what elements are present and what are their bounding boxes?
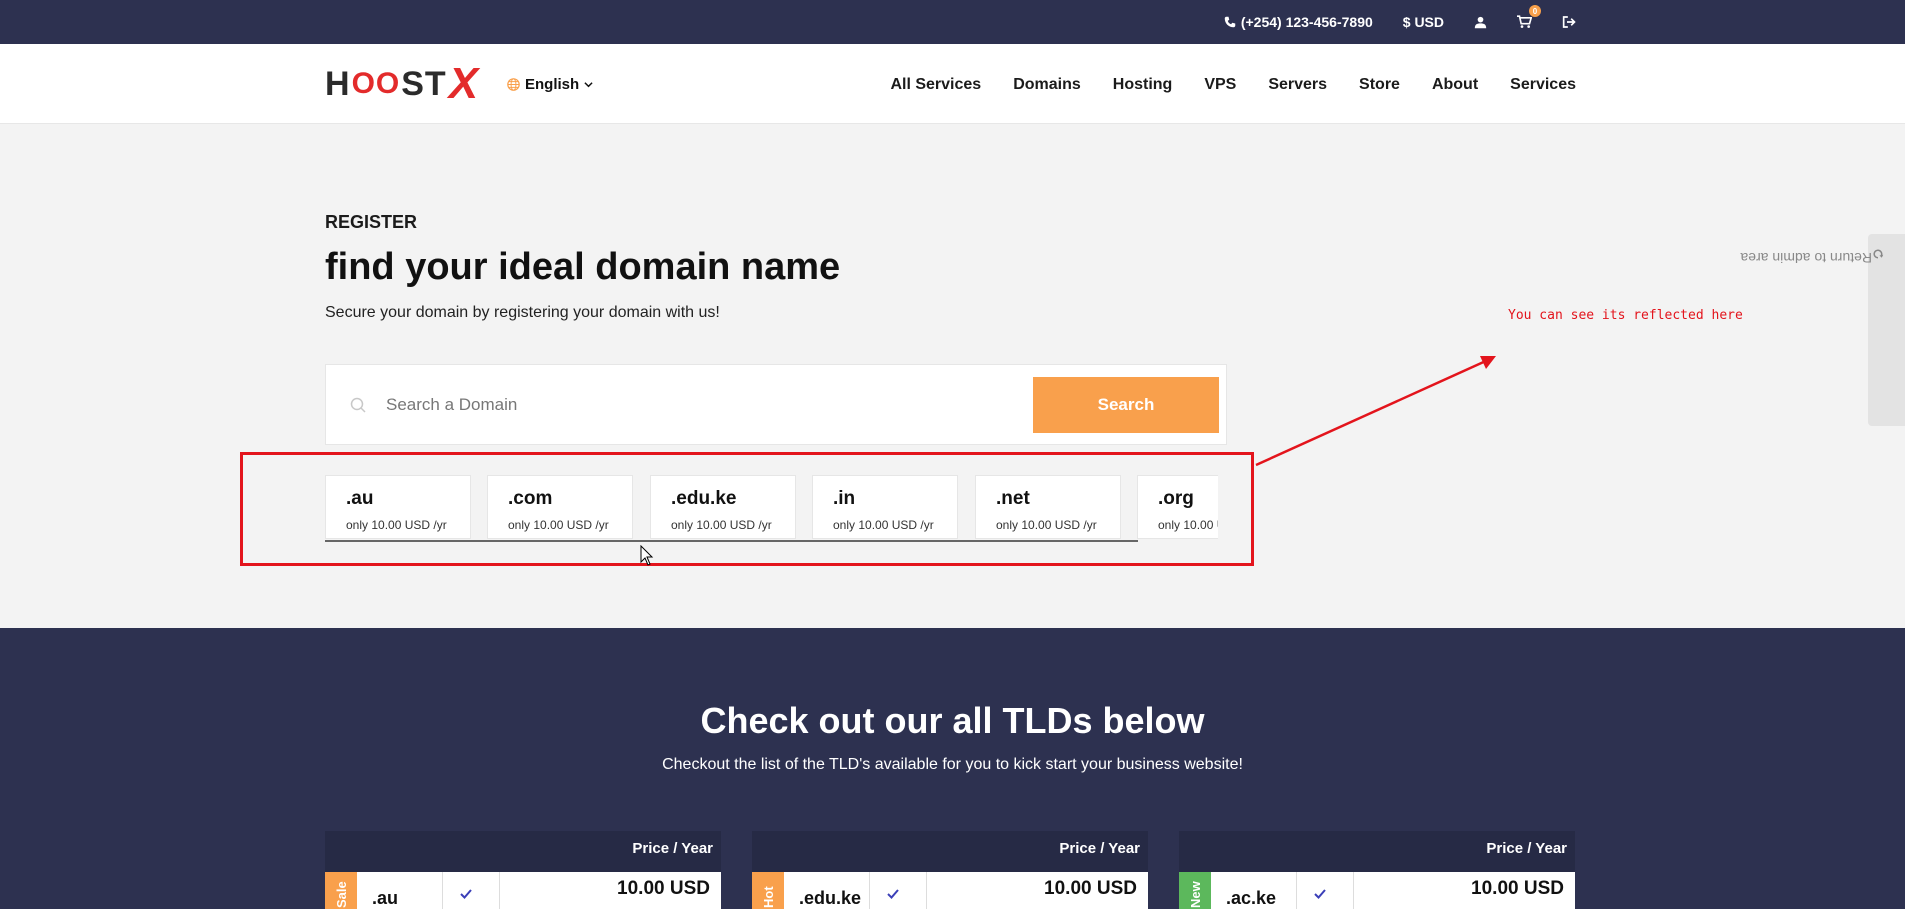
logo-h: H (325, 64, 351, 103)
price-year-header: Price / Year (1059, 840, 1140, 857)
price-year-header: Price / Year (632, 840, 713, 857)
tld-table-3: Price / Year New .ac.ke 10.00 USD (1179, 831, 1575, 909)
tld-extension: .ac.ke (1226, 888, 1277, 908)
tld-table-1: Price / Year Sale .au 10.00 USD (325, 831, 721, 909)
domain-search-input[interactable] (386, 385, 846, 425)
logo-x: X (448, 59, 480, 108)
tld-extension: .edu.ke (799, 888, 862, 908)
currency-label: $ USD (1402, 14, 1444, 30)
return-to-admin-label: Return to admin area (1740, 248, 1886, 266)
divider (499, 872, 500, 909)
phone-number: (+254) 123-456-7890 (1240, 14, 1373, 30)
tld-section-title: Check out our all TLDs below (700, 700, 1205, 741)
cart-button[interactable]: 0 (1517, 5, 1541, 29)
logout-icon (1562, 16, 1576, 28)
page-title: find your ideal domain name (325, 246, 841, 288)
tld-price: 10.00 USD (1471, 878, 1564, 899)
new-tag: New (1179, 872, 1211, 909)
tld-table-2: Price / Year Hot .edu.ke 10.00 USD (752, 831, 1148, 909)
annotation-highlight-box (240, 452, 1254, 566)
mouse-cursor (640, 545, 654, 566)
divider (442, 872, 443, 909)
divider (869, 872, 870, 909)
price-year-header: Price / Year (1486, 840, 1567, 857)
annotation-arrow (1255, 356, 1496, 467)
nav-hosting[interactable]: Hosting (1113, 76, 1173, 94)
table-row[interactable]: Sale .au 10.00 USD (325, 872, 721, 909)
logo-st: ST (401, 64, 447, 103)
site-logo[interactable]: H OO ST X (325, 59, 479, 108)
nav-vps[interactable]: VPS (1204, 76, 1236, 94)
logo-oo: OO (351, 67, 401, 100)
table-row[interactable]: New .ac.ke 10.00 USD (1179, 872, 1575, 909)
tld-price: 10.00 USD (1044, 878, 1137, 899)
tld-price: 10.00 USD (617, 878, 710, 899)
check-icon (887, 889, 899, 899)
phone-icon (1224, 16, 1236, 28)
top-bar: (+254) 123-456-7890 $ USD 0 (0, 0, 1905, 44)
divider (1296, 872, 1297, 909)
language-label: English (525, 76, 580, 93)
logout-button[interactable] (1562, 15, 1577, 29)
currency-selector[interactable]: $ USD (1403, 14, 1444, 30)
nav-servers[interactable]: Servers (1268, 76, 1327, 94)
hot-tag: Hot (752, 872, 784, 909)
divider (926, 872, 927, 909)
sale-tag: Sale (325, 872, 357, 909)
cart-count-badge: 0 (1529, 5, 1541, 17)
search-icon (350, 397, 366, 413)
tld-extension: .au (372, 888, 399, 908)
main-nav: All Services Domains Hosting VPS Servers… (890, 76, 1576, 94)
user-icon (1474, 16, 1487, 28)
domain-search-box: Search (325, 364, 1227, 445)
cart-icon (1517, 15, 1532, 28)
check-icon (460, 889, 472, 899)
register-eyebrow: REGISTER (325, 212, 418, 232)
nav-about[interactable]: About (1432, 76, 1478, 94)
annotation-text: You can see its reflected here (1508, 308, 1743, 323)
search-button[interactable]: Search (1033, 377, 1219, 433)
nav-store[interactable]: Store (1359, 76, 1400, 94)
globe-icon (507, 78, 520, 91)
table-row[interactable]: Hot .edu.ke 10.00 USD (752, 872, 1148, 909)
return-to-admin-tab[interactable]: Return to admin area (1740, 234, 1905, 426)
divider (1353, 872, 1354, 909)
chevron-down-icon (584, 82, 593, 88)
account-button[interactable] (1474, 16, 1487, 29)
tld-section-subtitle: Checkout the list of the TLD's available… (662, 756, 1243, 773)
nav-all-services[interactable]: All Services (890, 76, 981, 94)
phone-link[interactable]: (+254) 123-456-7890 (1224, 14, 1373, 30)
nav-domains[interactable]: Domains (1013, 76, 1081, 94)
language-selector[interactable]: English (507, 76, 593, 93)
page-subtitle: Secure your domain by registering your d… (325, 304, 720, 321)
main-header: H OO ST X English All Services Domains H… (0, 44, 1905, 124)
nav-services[interactable]: Services (1510, 76, 1576, 94)
check-icon (1314, 889, 1326, 899)
refresh-icon (1873, 249, 1884, 259)
top-bar-items: (+254) 123-456-7890 $ USD 0 (1224, 0, 1577, 44)
